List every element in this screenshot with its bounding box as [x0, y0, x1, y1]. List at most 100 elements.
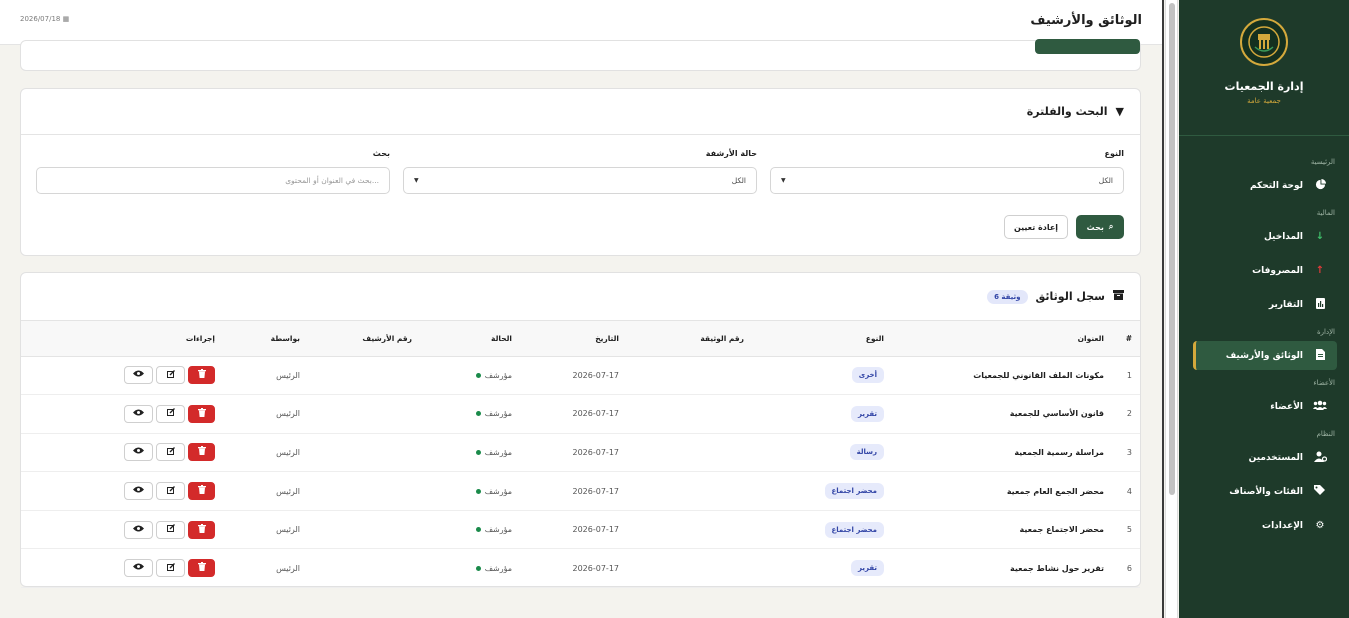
table-row[interactable]: 5 محضر الاجتماع جمعية محضر اجتماع 2026-0… — [21, 510, 1140, 550]
document-title[interactable]: محضر الجمع العام جمعية — [892, 471, 1112, 511]
delete-button[interactable] — [188, 520, 215, 539]
delete-button[interactable] — [188, 559, 215, 578]
document-title[interactable]: مكونات الملف القانوني للجمعيات — [892, 356, 1112, 396]
column-header: الحالة — [420, 321, 520, 357]
document-count-badge: 6 وثيقة — [987, 289, 1028, 304]
view-button[interactable] — [124, 520, 153, 539]
delete-button[interactable] — [188, 404, 215, 423]
tags-icon — [1313, 485, 1327, 498]
sidebar-item-label: الأعضاء — [1270, 401, 1303, 412]
actions-cell — [21, 394, 223, 434]
archive-number — [308, 394, 420, 434]
add-document-button[interactable] — [1035, 39, 1140, 54]
archive-status-select[interactable]: الكل ▼ — [403, 167, 757, 194]
sidebar-item-categories[interactable]: الفئات والأصناف — [1193, 477, 1337, 506]
sidebar-item-label: المصروفات — [1252, 265, 1303, 276]
document-number — [627, 433, 752, 473]
status-badge: مؤرشف — [475, 409, 512, 418]
edit-button[interactable] — [156, 366, 185, 385]
status-badge: مؤرشف — [475, 486, 512, 496]
sidebar-item-expenses[interactable]: ↑ المصروفات — [1193, 256, 1337, 285]
document-title[interactable]: مراسلة رسمية الجمعية — [892, 433, 1112, 473]
sidebar-item-settings[interactable]: ⚙ الإعدادات — [1193, 511, 1337, 540]
archive-box-icon — [1113, 290, 1124, 303]
row-number: 6 — [1112, 548, 1140, 589]
view-button[interactable] — [124, 366, 153, 385]
edit-button[interactable] — [156, 520, 185, 539]
table-row[interactable]: 4 محضر الجمع العام جمعية محضر اجتماع 202… — [21, 471, 1140, 511]
view-button[interactable] — [124, 404, 153, 423]
trash-icon — [197, 446, 206, 458]
view-button[interactable] — [124, 443, 153, 462]
search-icon: ⌕ — [1108, 222, 1114, 231]
sidebar-item-income[interactable]: ↓ المداخيل — [1193, 222, 1337, 251]
document-number — [627, 548, 752, 589]
scrollbar-thumb[interactable] — [1169, 3, 1175, 495]
created-by: الرئيس — [223, 510, 308, 550]
sidebar-item-reports[interactable]: التقارير — [1193, 290, 1337, 319]
sidebar-item-documents[interactable]: الوثائق والأرشيف — [1193, 341, 1337, 370]
sidebar-item-dashboard[interactable]: لوحة التحكم — [1193, 171, 1337, 200]
table-header-row: # العنوان النوع رقم الوثيقة التاريخ الحا… — [21, 321, 1140, 357]
sidebar: إدارة الجمعيات جمعية عامة الرئيسية لوحة … — [1179, 0, 1349, 618]
status-badge: مؤرشف — [475, 371, 512, 380]
eye-icon — [133, 447, 144, 457]
table-row[interactable]: 6 تقرير حول نشاط جمعية تقرير 2026-07-17 … — [21, 548, 1140, 589]
status-cell: مؤرشف — [420, 510, 520, 550]
edit-button[interactable] — [156, 482, 185, 501]
table-row[interactable]: 2 قانون الأساسي للجمعية تقرير 2026-07-17… — [21, 394, 1140, 434]
calendar-icon: ▦ — [62, 15, 70, 23]
delete-button[interactable] — [188, 482, 215, 501]
gear-icon: ⚙ — [1315, 520, 1325, 531]
vertical-scrollbar[interactable] — [1165, 0, 1178, 618]
search-label: بحث — [372, 149, 390, 158]
view-button[interactable] — [124, 559, 153, 578]
sidebar-nav: الرئيسية لوحة التحكم المالية ↓ المداخيل … — [1179, 136, 1349, 540]
page-title: الوثائق والأرشيف — [1030, 13, 1142, 28]
document-date: 2026-07-17 — [520, 433, 627, 473]
edit-button[interactable] — [156, 404, 185, 423]
search-button[interactable]: ⌕ بحث — [1076, 215, 1124, 239]
nav-section-title: الإدارة — [1316, 328, 1335, 336]
chevron-down-icon: ▼ — [414, 177, 419, 184]
created-by: الرئيس — [223, 394, 308, 434]
document-title[interactable]: قانون الأساسي للجمعية — [892, 394, 1112, 434]
trash-icon — [197, 369, 206, 381]
sidebar-item-users[interactable]: المستخدمين — [1193, 443, 1337, 472]
table-row[interactable]: 1 مكونات الملف القانوني للجمعيات أخرى 20… — [21, 356, 1140, 396]
topbar: الوثائق والأرشيف 2026/07/18 ▦ — [0, 0, 1162, 45]
sidebar-item-members[interactable]: الأعضاء — [1193, 392, 1337, 421]
type-badge: محضر اجتماع — [824, 521, 884, 538]
document-title[interactable]: تقرير حول نشاط جمعية — [892, 548, 1112, 589]
edit-icon — [166, 408, 175, 419]
delete-button[interactable] — [188, 366, 215, 385]
filter-row: النوع الكل ▼ حالة الأرشفة الكل ▼ بحث بحث… — [36, 149, 1124, 209]
edit-button[interactable] — [156, 443, 185, 462]
view-button[interactable] — [124, 482, 153, 501]
edit-button[interactable] — [156, 559, 185, 578]
row-actions — [29, 404, 215, 423]
type-badge: أخرى — [851, 367, 884, 384]
row-number: 2 — [1112, 394, 1140, 434]
document-title[interactable]: محضر الاجتماع جمعية — [892, 510, 1112, 550]
status-dot — [475, 449, 481, 455]
top-card — [20, 39, 1141, 71]
status-dot — [475, 527, 481, 533]
status-text: مؤرشف — [484, 486, 512, 496]
document-date: 2026-07-17 — [520, 510, 627, 550]
sidebar-item-label: الفئات والأصناف — [1229, 486, 1303, 497]
trash-icon — [197, 485, 206, 497]
search-input[interactable]: بحث في العنوان أو المحتوى... — [36, 167, 390, 194]
archive-number — [308, 548, 420, 589]
type-cell: محضر اجتماع — [752, 471, 892, 511]
status-dot — [475, 565, 481, 571]
status-cell: مؤرشف — [420, 394, 520, 434]
reset-button[interactable]: إعادة تعيين — [1004, 215, 1068, 239]
chart-pie-icon — [1313, 178, 1327, 193]
sidebar-item-label: الإعدادات — [1262, 520, 1303, 531]
type-select[interactable]: الكل ▼ — [770, 167, 1124, 194]
table-row[interactable]: 3 مراسلة رسمية الجمعية رسالة 2026-07-17 … — [21, 433, 1140, 473]
header-date: 2026/07/18 ▦ — [20, 15, 69, 23]
divider — [1162, 0, 1164, 618]
delete-button[interactable] — [188, 443, 215, 462]
